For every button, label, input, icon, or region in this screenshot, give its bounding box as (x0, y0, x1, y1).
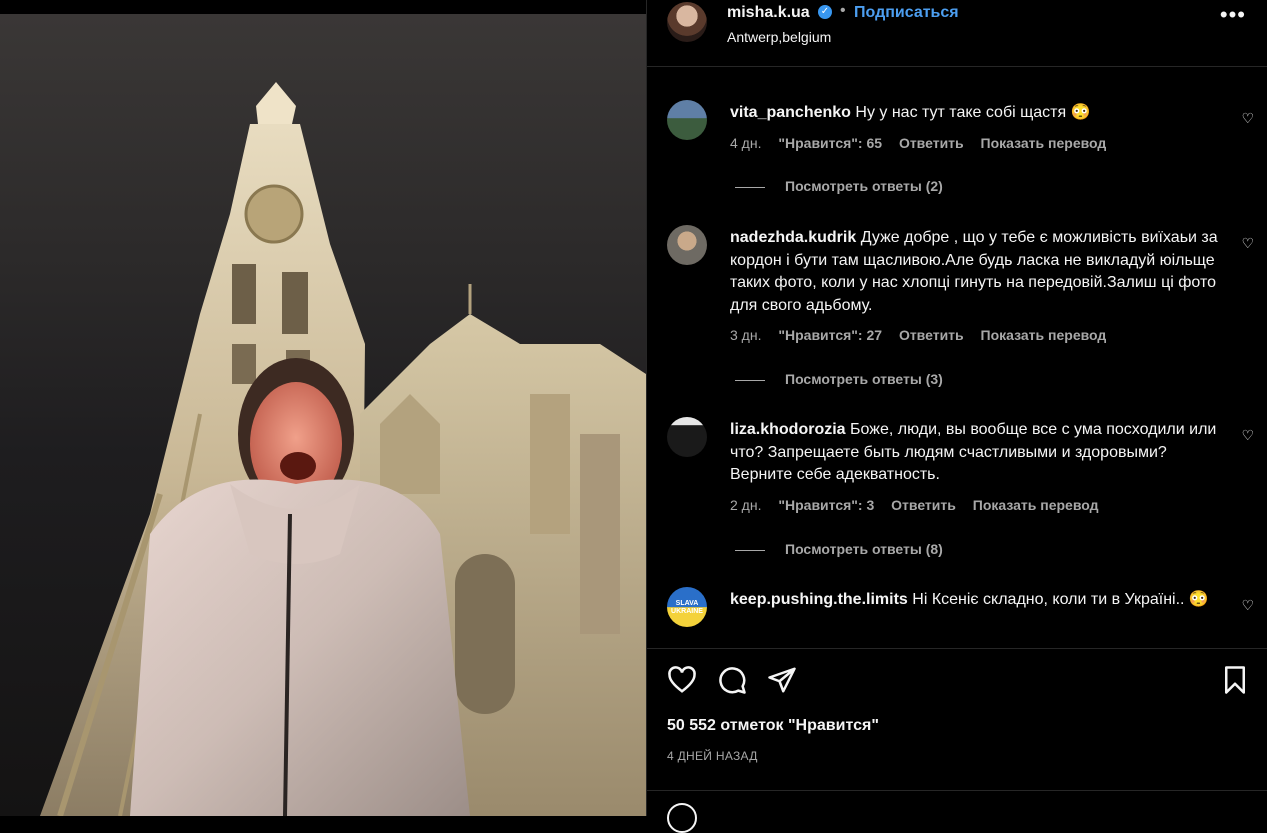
comment-username[interactable]: keep.pushing.the.limits (730, 591, 908, 608)
comment-like-heart-icon[interactable]: ♡ (1241, 110, 1254, 127)
replies-divider-line (735, 379, 765, 381)
post-photo[interactable] (0, 14, 646, 816)
comment-meta: 3 дн. "Нравится": 27 Ответить Показать п… (730, 327, 1119, 343)
reply-button[interactable]: Ответить (899, 327, 964, 343)
view-replies-button[interactable]: Посмотреть ответы (2) (735, 178, 943, 194)
comment-like-heart-icon[interactable]: ♡ (1241, 235, 1254, 252)
reply-button[interactable]: Ответить (891, 497, 956, 513)
verified-badge-icon: ✓ (818, 5, 832, 19)
replies-divider-line (735, 186, 765, 188)
comment-meta: 4 дн. "Нравится": 65 Ответить Показать п… (730, 135, 1119, 151)
view-replies-button[interactable]: Посмотреть ответы (8) (735, 541, 943, 557)
post-date[interactable]: 4 ДНЕЙ НАЗАД (667, 749, 758, 763)
comment-text-block: keep.pushing.the.limits Ні Ксеніє складн… (730, 589, 1220, 612)
avatar-text: SLAVA UKRAINE (671, 600, 703, 615)
more-options-icon[interactable]: ••• (1220, 2, 1246, 28)
comment-username[interactable]: nadezhda.kudrik (730, 229, 856, 246)
post-location[interactable]: Antwerp,belgium (727, 29, 831, 45)
comment-time[interactable]: 3 дн. (730, 327, 761, 343)
comment-body: Ну у нас тут таке собі щастя 😳 (855, 104, 1091, 121)
comment-meta: 2 дн. "Нравится": 3 Ответить Показать пе… (730, 497, 1112, 513)
post-header: misha.k.ua ✓ • Подписаться Antwerp,belgi… (647, 0, 1267, 67)
cathedral-photo-illustration (40, 82, 646, 816)
comment-username[interactable]: vita_panchenko (730, 104, 851, 121)
commenter-avatar[interactable] (667, 100, 707, 140)
top-strip (0, 0, 646, 14)
comment-likes[interactable]: "Нравится": 65 (778, 135, 882, 151)
reply-button[interactable]: Ответить (899, 135, 964, 151)
likes-count[interactable]: 50 552 отметок "Нравится" (667, 717, 879, 735)
show-translation-button[interactable]: Показать перевод (981, 327, 1107, 343)
share-icon[interactable] (767, 665, 797, 695)
comment-likes[interactable]: "Нравится": 27 (778, 327, 882, 343)
comment-text-block: vita_panchenko Ну у нас тут таке собі ща… (730, 102, 1220, 125)
comment-text-block: liza.khodorozia Боже, люди, вы вообще вс… (730, 419, 1220, 487)
view-replies-label: Посмотреть ответы (3) (785, 371, 943, 387)
view-replies-label: Посмотреть ответы (8) (785, 541, 943, 557)
heart-icon[interactable] (667, 665, 697, 695)
emoji-icon[interactable] (667, 803, 697, 833)
author-username[interactable]: misha.k.ua (727, 4, 810, 22)
commenter-avatar[interactable] (667, 225, 707, 265)
commenter-avatar[interactable] (667, 417, 707, 457)
comment-icon[interactable] (717, 665, 747, 695)
show-translation-button[interactable]: Показать перевод (973, 497, 1099, 513)
show-translation-button[interactable]: Показать перевод (981, 135, 1107, 151)
replies-divider-line (735, 549, 765, 551)
comment-like-heart-icon[interactable]: ♡ (1241, 427, 1254, 444)
author-avatar[interactable] (667, 2, 707, 42)
view-replies-button[interactable]: Посмотреть ответы (3) (735, 371, 943, 387)
view-replies-label: Посмотреть ответы (2) (785, 178, 943, 194)
comment-body: Ні Ксеніє складно, коли ти в Україні.. 😳 (912, 591, 1209, 608)
follow-button[interactable]: Подписаться (854, 4, 959, 22)
comment-text-block: nadezhda.kudrik Дуже добре , що у тебе є… (730, 227, 1220, 317)
post-sidebar: misha.k.ua ✓ • Подписаться Antwerp,belgi… (646, 0, 1267, 833)
add-comment-bar[interactable] (647, 790, 1267, 833)
separator-dot: • (840, 2, 846, 19)
comment-likes[interactable]: "Нравится": 3 (778, 497, 874, 513)
comment-username[interactable]: liza.khodorozia (730, 421, 846, 438)
commenter-avatar[interactable]: SLAVA UKRAINE (667, 587, 707, 627)
comment-time[interactable]: 2 дн. (730, 497, 761, 513)
comment-time[interactable]: 4 дн. (730, 135, 761, 151)
bookmark-icon[interactable] (1220, 665, 1250, 695)
comment-like-heart-icon[interactable]: ♡ (1241, 597, 1254, 614)
